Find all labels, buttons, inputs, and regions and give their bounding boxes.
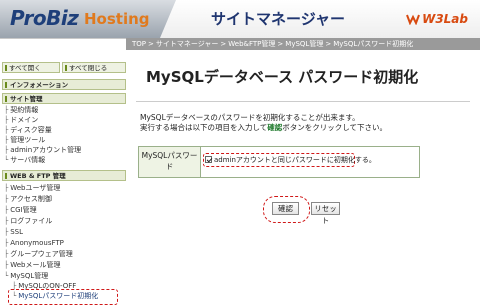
sidebar-item-logfile[interactable]: ├ ログファイル — [4, 217, 52, 226]
sidebar-item-webmail[interactable]: ├ Webメール管理 — [4, 261, 60, 270]
breadcrumb-item[interactable]: Web&FTP管理 — [228, 40, 275, 48]
logo-sub: Hosting — [84, 10, 150, 28]
close-all-button[interactable]: すべて閉じる — [62, 62, 126, 73]
sidebar-item-contract[interactable]: ├ 契約情報 — [4, 106, 38, 115]
sidebar-item-domain[interactable]: ├ ドメイン — [4, 116, 38, 125]
breadcrumb: TOP > サイトマネージャー > Web&FTP管理 > MySQL管理 > MySQLパスワ… — [126, 38, 480, 50]
section-site[interactable]: サイト管理 — [2, 93, 126, 104]
form-cell: adminアカウントと同じパスワードに初期化する。 — [201, 147, 419, 177]
breadcrumb-current: MySQLパスワード初期化 — [333, 40, 414, 48]
breadcrumb-item[interactable]: MySQL管理 — [285, 40, 323, 48]
confirm-button[interactable]: 確認 — [272, 202, 299, 215]
sidebar: すべて開く すべて閉じる インフォメーション サイト管理 ├ 契約情報 ├ ドメイン… — [0, 56, 128, 302]
sidebar-item-anonftp[interactable]: ├ AnonymousFTP — [4, 239, 64, 248]
logo: ProBiz Hosting — [0, 0, 176, 38]
site-title: サイトマネージャー — [211, 10, 345, 28]
w3lab-icon — [406, 14, 421, 25]
sidebar-item-mysql[interactable]: └ MySQL管理 — [4, 272, 48, 281]
current-page-highlight — [8, 289, 118, 305]
title-divider — [136, 101, 470, 102]
password-reset-form: MySQLパスワード adminアカウントと同じパスワードに初期化する。 — [138, 146, 420, 178]
sidebar-item-cgi[interactable]: ├ CGI管理 — [4, 206, 37, 215]
form-label-mysql-password: MySQLパスワード — [139, 147, 201, 177]
sidebar-item-disk[interactable]: ├ ディスク容量 — [4, 126, 52, 135]
reset-button[interactable]: リセット — [311, 202, 340, 225]
page-title: MySQLデータベース パスワード初期化 — [146, 68, 419, 86]
section-webftp[interactable]: WEB & FTP 管理 — [2, 170, 126, 181]
sidebar-item-server[interactable]: └ サーバ情報 — [4, 156, 45, 165]
sidebar-item-groupware[interactable]: ├ グループウェア管理 — [4, 250, 73, 259]
open-all-button[interactable]: すべて開く — [2, 62, 60, 73]
logo-main: ProBiz — [10, 6, 79, 30]
header: ProBiz Hosting サイトマネージャー W3Lab — [0, 0, 480, 39]
brand-logo: W3Lab — [406, 12, 468, 26]
description-line-2: 実行する場合は以下の項目を入力して確認ボタンをクリックして下さい。 — [140, 123, 388, 132]
reset-to-admin-checkbox[interactable] — [205, 156, 212, 163]
confirm-keyword: 確認 — [267, 123, 283, 132]
breadcrumb-item[interactable]: サイトマネージャー — [156, 40, 219, 48]
brand-name: W3Lab — [422, 12, 468, 26]
description-line-1: MySQLデータベースのパスワードを初期化することが出来ます。 — [140, 113, 360, 122]
sidebar-item-admin[interactable]: ├ adminアカウント管理 — [4, 146, 81, 155]
breadcrumb-item[interactable]: TOP — [132, 40, 146, 48]
sidebar-item-tools[interactable]: ├ 管理ツール — [4, 136, 45, 145]
sidebar-item-ssl[interactable]: ├ SSL — [4, 228, 23, 237]
section-info[interactable]: インフォメーション — [2, 79, 126, 90]
sidebar-item-access[interactable]: ├ アクセス制御 — [4, 195, 52, 204]
sidebar-item-webuser[interactable]: ├ Webユーザ管理 — [4, 184, 60, 193]
description: MySQLデータベースのパスワードを初期化することが出来ます。 実行する場合は以… — [140, 113, 387, 133]
reset-to-admin-label[interactable]: adminアカウントと同じパスワードに初期化する。 — [214, 155, 376, 165]
